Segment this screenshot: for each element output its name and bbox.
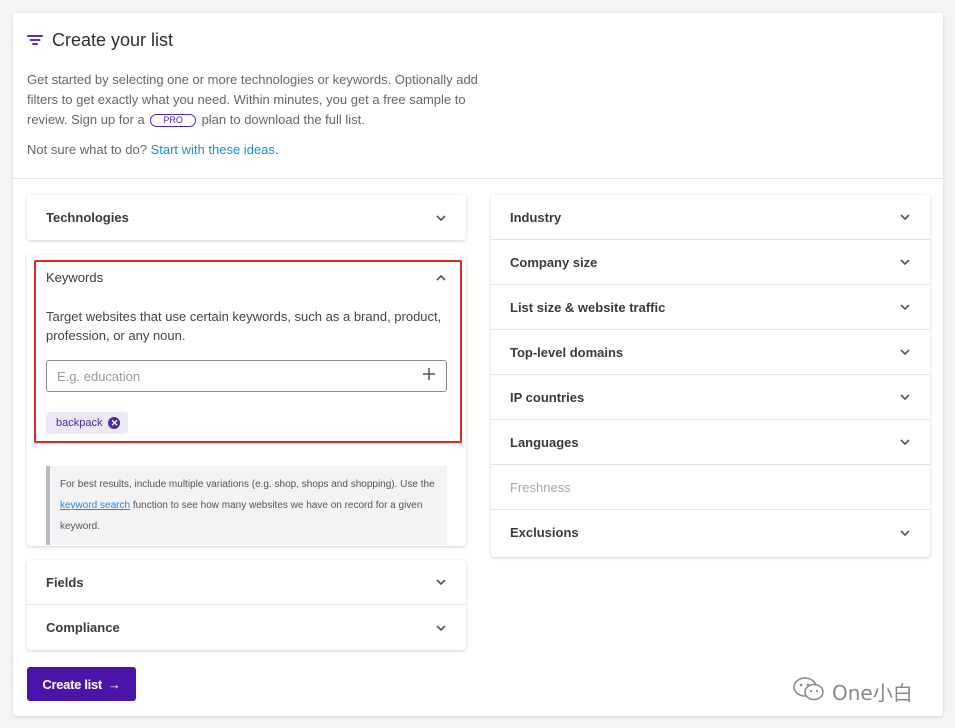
wechat-icon <box>792 675 826 708</box>
not-sure-label: Not sure what to do? <box>27 142 147 157</box>
chevron-down-icon <box>899 211 911 223</box>
fields-compliance-panel: Fields Compliance <box>27 560 466 650</box>
chevron-down-icon <box>435 622 447 634</box>
chevron-down-icon <box>899 256 911 268</box>
chevron-down-icon <box>899 301 911 313</box>
arrow-right-icon: → <box>107 676 121 692</box>
accordion-languages[interactable]: Languages <box>491 420 930 465</box>
accordion-freshness: Freshness <box>491 465 930 510</box>
accordion-exclusions[interactable]: Exclusions <box>491 510 930 555</box>
watermark: One小白 <box>792 675 913 708</box>
chevron-down-icon <box>899 527 911 539</box>
accordion-label: Top-level domains <box>510 344 624 360</box>
accordion-label: Freshness <box>510 479 571 495</box>
ideas-link[interactable]: Start with these ideas <box>151 142 275 157</box>
accordion-compliance[interactable]: Compliance <box>27 605 466 650</box>
pro-badge: PRO <box>150 114 196 128</box>
chevron-down-icon <box>435 576 447 588</box>
keyword-tag: backpack ✕ <box>46 412 129 434</box>
chevron-down-icon <box>899 346 911 358</box>
accordion-label: IP countries <box>510 389 585 405</box>
chevron-up-icon <box>435 272 447 284</box>
keyword-input[interactable] <box>57 368 387 384</box>
accordion-label: Company size <box>510 254 598 270</box>
accordion-label: Technologies <box>46 210 129 225</box>
chevron-down-icon <box>435 212 447 224</box>
technologies-panel: Technologies <box>27 195 466 240</box>
accordion-label: Fields <box>46 574 84 590</box>
intro-text: Get started by selecting one or more tec… <box>27 70 507 130</box>
accordion-label: Compliance <box>46 620 120 635</box>
add-icon[interactable] <box>422 367 436 386</box>
chevron-down-icon <box>899 436 911 448</box>
header: Create your list Get started by selectin… <box>13 13 943 179</box>
accordion-label: Industry <box>510 209 562 225</box>
keyword-search-link[interactable]: keyword search <box>60 500 130 511</box>
create-list-button[interactable]: Create list → <box>27 667 136 701</box>
filters-panel: Industry Company size List size & websit… <box>491 195 930 557</box>
chevron-down-icon <box>899 391 911 403</box>
accordion-label: Exclusions <box>510 525 579 540</box>
page-title: Create your list <box>52 29 174 50</box>
keyword-input-box <box>46 360 447 392</box>
not-sure-text: Not sure what to do? Start with these id… <box>27 142 929 157</box>
accordion-label: Keywords <box>46 270 104 285</box>
watermark-text: One小白 <box>832 681 913 705</box>
accordion-industry[interactable]: Industry <box>491 195 930 240</box>
accordion-company-size[interactable]: Company size <box>491 240 930 285</box>
keywords-panel: Keywords Target websites that use certai… <box>27 255 466 546</box>
title-row: Create your list <box>27 29 929 51</box>
accordion-list-size-traffic[interactable]: List size & website traffic <box>491 285 930 330</box>
create-list-label: Create list <box>42 676 102 692</box>
accordion-ip-countries[interactable]: IP countries <box>491 375 930 420</box>
intro-part2: plan to download the full list. <box>201 112 365 127</box>
accordion-keywords[interactable]: Keywords <box>27 255 466 300</box>
filter-icon <box>27 34 43 46</box>
keywords-description: Target websites that use certain keyword… <box>46 309 442 343</box>
accordion-top-level-domains[interactable]: Top-level domains <box>491 330 930 375</box>
keyword-tip: For best results, include multiple varia… <box>46 466 447 545</box>
accordion-label: List size & website traffic <box>510 299 666 315</box>
tag-label: backpack <box>56 417 103 429</box>
accordion-fields[interactable]: Fields <box>27 560 466 605</box>
accordion-label: Languages <box>510 434 579 450</box>
accordion-technologies[interactable]: Technologies <box>27 195 466 240</box>
tip-part1: For best results, include multiple varia… <box>60 479 435 490</box>
remove-tag-icon[interactable]: ✕ <box>108 417 121 429</box>
ideas-period: . <box>274 142 279 157</box>
